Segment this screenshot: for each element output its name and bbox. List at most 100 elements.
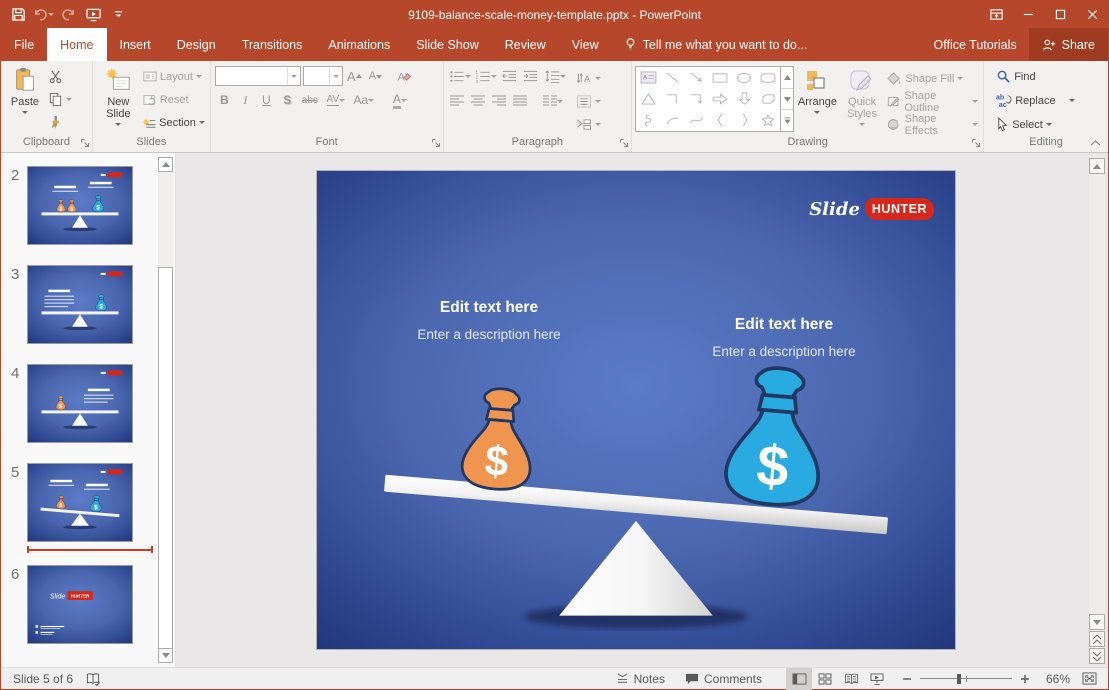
decrease-indent-button[interactable] [500, 66, 519, 86]
blue-money-bag[interactable] [724, 364, 827, 508]
shapes-gallery-scrollbar[interactable] [781, 66, 794, 132]
slide-canvas[interactable]: Slide HUNTER Edit text here Enter a desc… [176, 153, 1108, 667]
replace-button[interactable]: ab ac Replace [994, 90, 1108, 111]
balance-scale-graphic[interactable] [317, 171, 955, 650]
drawing-dialog-launcher-icon[interactable] [971, 138, 981, 148]
zoom-in-button[interactable] [1016, 668, 1036, 690]
start-from-beginning-icon[interactable] [81, 3, 105, 27]
slide-indicator[interactable]: Slide 5 of 6 [13, 672, 73, 686]
thumbnail-slide-6[interactable]: 6 Slide HUNTER [1, 565, 175, 644]
clipboard-dialog-launcher-icon[interactable] [80, 138, 90, 148]
increase-indent-button[interactable] [521, 66, 540, 86]
tab-animations[interactable]: Animations [315, 28, 403, 61]
line-spacing-button[interactable] [542, 66, 568, 86]
panel-scroll-up-icon[interactable] [158, 157, 173, 172]
office-tutorials-link[interactable]: Office Tutorials [922, 28, 1029, 61]
thumbnail-slide-4[interactable]: 4 [1, 364, 175, 443]
save-icon[interactable] [6, 3, 30, 27]
tab-insert[interactable]: Insert [107, 28, 164, 61]
undo-dropdown-caret[interactable] [48, 13, 54, 19]
gallery-scroll-up-icon[interactable] [781, 67, 793, 89]
slide-sorter-view-button[interactable] [812, 668, 838, 690]
tab-file[interactable]: File [1, 28, 47, 61]
character-spacing-button[interactable]: AV [323, 90, 349, 110]
underline-button[interactable]: U [257, 90, 276, 110]
reset-button[interactable]: Reset [141, 89, 207, 110]
align-text-button[interactable] [574, 91, 603, 112]
tell-me-box[interactable]: Tell me what you want to do... [612, 28, 820, 61]
tab-view[interactable]: View [559, 28, 612, 61]
customize-qat-icon[interactable] [106, 3, 130, 27]
slideshow-view-button[interactable] [864, 668, 890, 690]
zoom-out-button[interactable] [890, 668, 916, 690]
numbering-button[interactable]: 123 [474, 66, 498, 86]
layout-button[interactable]: Layout [141, 66, 207, 87]
format-painter-button[interactable] [46, 112, 88, 133]
zoom-percentage[interactable]: 66% [1036, 672, 1070, 686]
previous-slide-icon[interactable] [1089, 631, 1105, 647]
paste-button[interactable]: Paste [4, 64, 46, 135]
font-color-button[interactable]: A [387, 90, 413, 110]
paragraph-dialog-launcher-icon[interactable] [619, 138, 629, 148]
columns-button[interactable] [540, 91, 566, 111]
tab-design[interactable]: Design [164, 28, 229, 61]
find-button[interactable]: Find [994, 66, 1108, 87]
panel-scroll-down-icon[interactable] [158, 648, 173, 663]
undo-icon[interactable] [31, 3, 55, 27]
gallery-more-icon[interactable] [781, 110, 793, 131]
shapes-gallery[interactable]: A [635, 66, 781, 132]
font-size-combobox[interactable] [303, 66, 343, 86]
shape-fill-button[interactable]: Shape Fill [885, 68, 980, 89]
scale-fulcrum[interactable] [559, 521, 713, 616]
select-button[interactable]: Select [994, 114, 1108, 135]
next-slide-icon[interactable] [1089, 648, 1105, 664]
quick-styles-button[interactable]: Quick Styles [841, 66, 884, 135]
proofing-icon[interactable] [85, 672, 101, 686]
minimize-button[interactable] [1012, 1, 1044, 28]
change-case-button[interactable]: Aa [351, 90, 377, 110]
panel-scrollbar-thumb[interactable] [158, 267, 173, 657]
shape-outline-button[interactable]: Shape Outline [885, 91, 980, 112]
reading-view-button[interactable] [838, 668, 864, 690]
gallery-scroll-down-icon[interactable] [781, 89, 793, 111]
shrink-font-button[interactable]: A [366, 66, 385, 86]
redo-icon[interactable] [56, 3, 80, 27]
align-left-button[interactable] [448, 91, 467, 111]
bullets-button[interactable] [448, 66, 472, 86]
shape-effects-button[interactable]: Shape Effects [885, 114, 980, 135]
tab-home[interactable]: Home [47, 28, 106, 61]
zoom-slider[interactable] [920, 668, 1012, 690]
notes-toggle[interactable]: Notes [606, 668, 675, 690]
justify-button[interactable] [511, 91, 530, 111]
cut-button[interactable] [46, 66, 88, 87]
strikethrough-button[interactable]: abc [299, 90, 321, 110]
font-dialog-launcher-icon[interactable] [431, 138, 441, 148]
tab-transitions[interactable]: Transitions [229, 28, 316, 61]
thumbnail-slide-2[interactable]: 2 [1, 166, 175, 245]
thumbnail-panel-scrollbar[interactable] [158, 157, 173, 663]
scroll-up-icon[interactable] [1089, 158, 1105, 174]
maximize-button[interactable] [1044, 1, 1076, 28]
tab-slide-show[interactable]: Slide Show [403, 28, 492, 61]
text-shadow-button[interactable]: S [278, 90, 297, 110]
thumbnail-slide-5-current[interactable]: 5 [1, 463, 175, 542]
fit-slide-to-window-button[interactable] [1076, 668, 1102, 690]
vertical-scrollbar[interactable] [1089, 158, 1105, 664]
comments-toggle[interactable]: Comments [675, 668, 772, 690]
align-right-button[interactable] [490, 91, 509, 111]
grow-font-button[interactable]: A [345, 66, 364, 86]
ribbon-display-options-icon[interactable] [980, 1, 1012, 28]
close-button[interactable] [1076, 1, 1108, 28]
new-slide-button[interactable]: New Slide [96, 64, 141, 135]
tab-review[interactable]: Review [492, 28, 559, 61]
thumbnail-slide-3[interactable]: 3 [1, 265, 175, 344]
font-name-combobox[interactable] [215, 66, 301, 86]
text-direction-button[interactable]: A [574, 68, 603, 89]
convert-smartart-button[interactable] [574, 114, 603, 135]
collapse-ribbon-icon[interactable] [1090, 139, 1101, 146]
bold-button[interactable]: B [215, 90, 234, 110]
copy-button[interactable] [46, 89, 88, 110]
zoom-slider-thumb[interactable] [957, 674, 961, 684]
orange-money-bag[interactable] [460, 386, 536, 492]
arrange-button[interactable]: Arrange [794, 66, 840, 135]
